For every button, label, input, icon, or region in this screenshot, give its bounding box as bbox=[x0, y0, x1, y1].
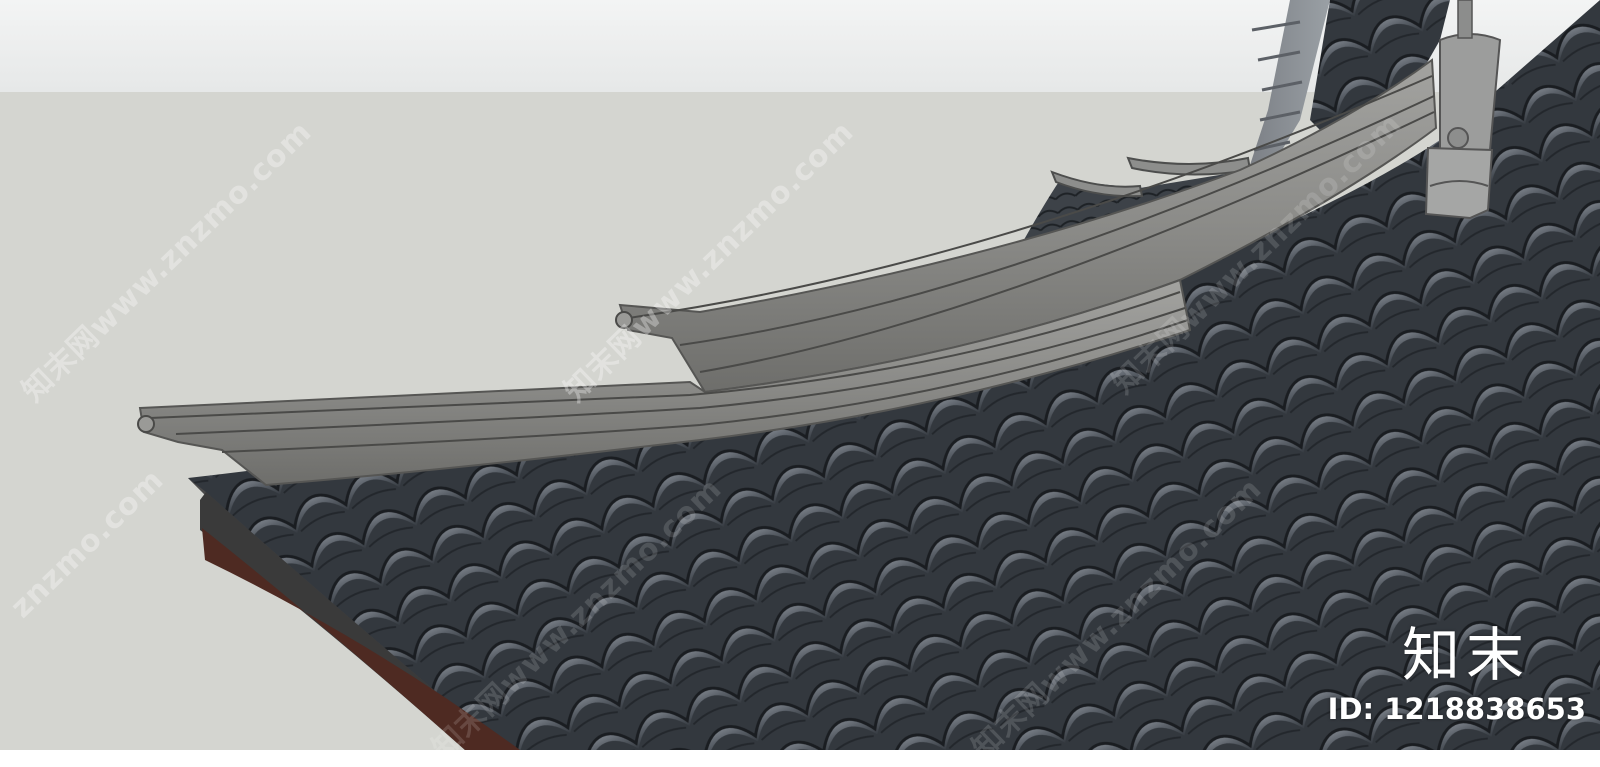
roof-scene bbox=[0, 0, 1600, 750]
brand-logo: 知末 bbox=[1401, 621, 1530, 689]
asset-id-label: ID: 1218838653 bbox=[1327, 692, 1586, 726]
